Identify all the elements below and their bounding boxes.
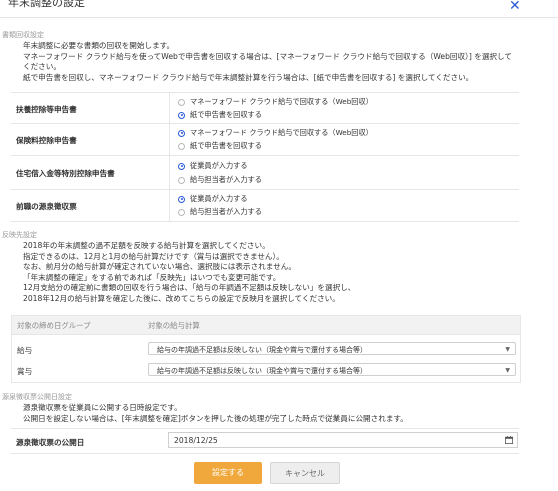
radio-label: マネーフォワード クラウド給与で回収する（Web回収） — [190, 128, 373, 137]
publication-heading: 源泉徴収票公開日設定 — [2, 393, 72, 401]
bonus-select[interactable]: 給与の年調過不足額は反映しない（現金や賞与で還付する場合等） ▼ — [148, 363, 516, 376]
reflection-line: 指定できるのは、12月と1月の給与計算だけです（賞与は選択できません）。 — [23, 251, 284, 261]
dialog-title: 年末調整の設定 — [8, 0, 85, 9]
radio-button[interactable] — [178, 208, 185, 216]
radio-option[interactable]: 紙で申告書を回収する — [178, 141, 262, 151]
payroll-select[interactable]: 給与の年調過不足額は反映しない（現金や賞与で還付する場合等） ▼ — [148, 342, 516, 355]
radio-button[interactable] — [178, 129, 185, 137]
reflection-line: なお、前月分の給与計算が確定されていない場合、選択肢には表示されません。 — [23, 262, 296, 271]
select-value: 給与の年調過不足額は反映しない（現金や賞与で還付する場合等） — [157, 367, 367, 375]
radio-group: マネーフォワード クラウド給与で回収する（Web回収） 紙で申告書を回収する — [169, 124, 520, 156]
radio-label: 給与担当者が入力する — [190, 175, 262, 184]
collection-line: ください。 — [23, 62, 61, 71]
radio-option[interactable]: マネーフォワード クラウド給与で回収する（Web回収） — [178, 97, 373, 107]
chevron-down-icon: ▼ — [505, 346, 510, 353]
table-row-group: 給与 — [17, 346, 33, 355]
form-row-label: 扶養控除等申告書 — [16, 105, 77, 114]
form-row-label: 住宅借入金等特別控除申告書 — [16, 169, 115, 178]
table-header: 対象の締め日グループ 対象の給与計算 — [12, 316, 520, 335]
radio-button[interactable] — [178, 111, 185, 119]
table-row-group: 賞与 — [17, 367, 33, 376]
form-row-label: 前職の源泉徴収票 — [16, 202, 77, 211]
cancel-button[interactable]: キャンセル — [270, 462, 340, 484]
publish-date-input[interactable]: 2018/12/25 — [168, 432, 518, 448]
radio-label: マネーフォワード クラウド給与で回収する（Web回収） — [190, 97, 373, 106]
select-value: 給与の年調過不足額は反映しない（現金や賞与で還付する場合等） — [157, 346, 367, 354]
radio-button[interactable] — [178, 98, 185, 106]
submit-button[interactable]: 設定する — [194, 462, 262, 484]
reflection-line: 2018年の年末調整の過不足額を反映する給与計算を選択してください。 — [23, 241, 270, 250]
radio-button[interactable] — [178, 142, 185, 150]
publication-description: 源泉徴収票を従業員に公開する日時設定です。 公開日を設定しない場合は、[年末調整… — [23, 403, 408, 424]
reflection-line: 12月支給分の確定前に書類の回収を行う場合は、「給与の年調過不足額は反映しない」… — [23, 283, 356, 292]
form-row-dependents: 扶養控除等申告書 マネーフォワード クラウド給与で回収する（Web回収） 紙で申… — [11, 92, 519, 124]
table-header-cell: 対象の給与計算 — [148, 321, 200, 330]
radio-option[interactable]: 給与担当者が入力する — [178, 207, 262, 217]
reflection-line: 2018年12月の給与計算を確定した後に、改めてこちらの設定で反映月を選択してく… — [23, 293, 340, 303]
form-row-label: 源泉徴収票の公開日 — [16, 438, 85, 447]
form-row-housing-loan: 住宅借入金等特別控除申告書 従業員が入力する 給与担当者が入力する — [11, 155, 519, 190]
publication-line: 公開日を設定しない場合は、[年末調整を確定]ボタンを押した後の処理が完了した時点… — [23, 413, 408, 423]
chevron-down-icon: ▼ — [505, 367, 510, 374]
radio-group: 従業員が入力する 給与担当者が入力する — [169, 156, 520, 190]
radio-button[interactable] — [178, 162, 185, 170]
collection-line: マネーフォワード クラウド給与を使ってWebで申告書を回収する場合は、[マネーフ… — [23, 51, 512, 61]
radio-label: 従業員が入力する — [190, 161, 248, 170]
close-icon[interactable]: ✕ — [509, 0, 521, 14]
reflection-heading: 反映先設定 — [2, 231, 37, 239]
reflection-table: 対象の締め日グループ 対象の給与計算 給与 給与の年調過不足額は反映しない（現金… — [11, 315, 521, 383]
radio-option[interactable]: 紙で申告書を回収する — [178, 110, 262, 120]
radio-group: 従業員が入力する 給与担当者が入力する — [169, 190, 520, 221]
radio-button[interactable] — [178, 195, 185, 203]
table-header-cell: 対象の締め日グループ — [17, 321, 91, 330]
radio-label: 紙で申告書を回収する — [190, 110, 262, 119]
form-row-label: 保険料控除申告書 — [16, 136, 77, 145]
radio-button[interactable] — [178, 176, 185, 184]
reflection-line: 「年末調整の確定」をする前であれば「反映先」はいつでも変更可能です。 — [23, 272, 281, 282]
radio-label: 紙で申告書を回収する — [190, 141, 262, 150]
radio-option[interactable]: 給与担当者が入力する — [178, 175, 262, 185]
collection-heading: 書類回収設定 — [2, 31, 44, 39]
collection-line: 紙で申告書を回収し、マネーフォワード クラウド給与で年末調整計算を行う場合は、[… — [23, 72, 474, 82]
form-row-previous-job: 前職の源泉徴収票 従業員が入力する 給与担当者が入力する — [11, 189, 519, 222]
radio-label: 給与担当者が入力する — [190, 207, 262, 216]
radio-label: 従業員が入力する — [190, 194, 248, 203]
radio-option[interactable]: 従業員が入力する — [178, 161, 248, 171]
collection-description: 年末調整に必要な書類の回収を開始します。 マネーフォワード クラウド給与を使って… — [23, 41, 512, 83]
reflection-description: 2018年の年末調整の過不足額を反映する給与計算を選択してください。 指定できる… — [23, 241, 355, 304]
publication-line: 源泉徴収票を従業員に公開する日時設定です。 — [23, 403, 182, 412]
date-value: 2018/12/25 — [174, 436, 218, 445]
calendar-icon[interactable] — [505, 436, 513, 444]
form-row-insurance: 保険料控除申告書 マネーフォワード クラウド給与で回収する（Web回収） 紙で申… — [11, 123, 519, 156]
radio-option[interactable]: マネーフォワード クラウド給与で回収する（Web回収） — [178, 128, 373, 138]
collection-line: 年末調整に必要な書類の回収を開始します。 — [23, 41, 175, 50]
header-divider — [0, 17, 558, 18]
radio-option[interactable]: 従業員が入力する — [178, 194, 248, 204]
radio-group: マネーフォワード クラウド給与で回収する（Web回収） 紙で申告書を回収する — [169, 93, 520, 124]
